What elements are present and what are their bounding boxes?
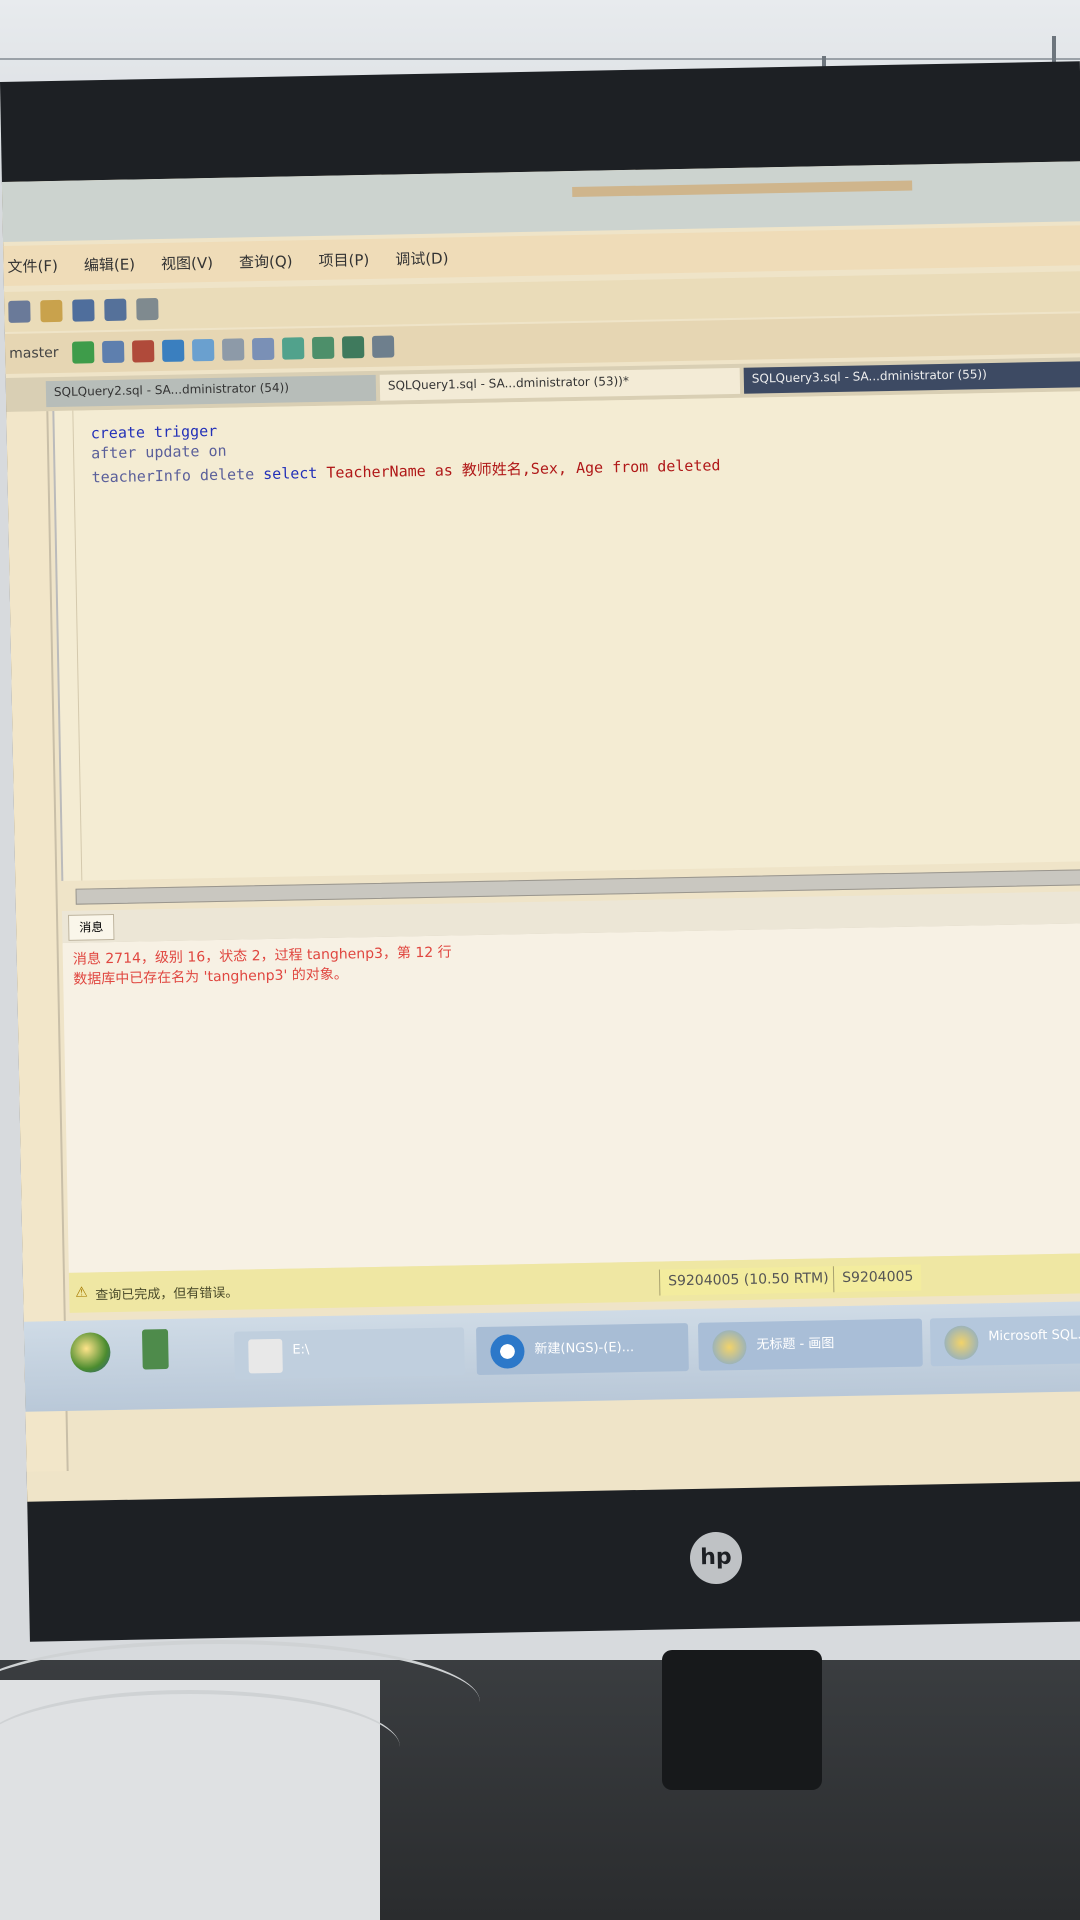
editor-gutter [54, 410, 83, 881]
quick-launch-icon[interactable] [141, 1329, 169, 1370]
debug-icon[interactable] [102, 340, 125, 364]
results-grid-icon[interactable] [252, 337, 275, 361]
status-server-name: S9204005 [832, 1264, 922, 1293]
warning-icon: ⚠ [75, 1284, 88, 1301]
open-icon[interactable] [40, 299, 63, 323]
code-keyword: select [262, 463, 318, 484]
menu-debug[interactable]: 调试(D) [395, 247, 449, 269]
monitor-stand [662, 1650, 822, 1790]
taskbar-item-paint[interactable]: 无标题 - 画图 [697, 1318, 923, 1371]
cable [0, 1690, 400, 1804]
taskbar-item-label: E:\ [292, 1342, 310, 1358]
database-selector[interactable]: master [9, 345, 59, 362]
error-message: 数据库中已存在名为 'tanghenp3' 的对象。 [73, 966, 348, 988]
display-plan-icon[interactable] [192, 338, 215, 362]
paint-icon [712, 1329, 747, 1365]
stop-icon[interactable] [132, 340, 155, 363]
drive-icon [248, 1338, 283, 1374]
menu-project[interactable]: 项目(P) [318, 248, 369, 270]
parse-icon[interactable] [162, 339, 185, 362]
internet-explorer-icon [490, 1334, 525, 1369]
code-line: create trigger [91, 422, 218, 442]
code-text: after update on [90, 441, 227, 463]
taskbar-item-label: 新建(NGS)-(E)... [534, 1340, 635, 1357]
comment-icon[interactable] [312, 336, 335, 360]
results-text-icon[interactable] [282, 337, 305, 360]
messages-tab-label: 消息 [79, 920, 104, 935]
menu-file[interactable]: 文件(F) [7, 254, 58, 276]
taskbar-item-label: 无标题 - 画图 [756, 1336, 835, 1353]
windows-taskbar: E:\ 新建(NGS)-(E)... 无标题 - 画图 Microsoft SQ… [23, 1301, 1080, 1412]
execute-icon[interactable] [72, 341, 95, 364]
new-query-icon[interactable] [8, 300, 31, 323]
tab-query2[interactable]: SQLQuery2.sql - SA...dministrator (54)) [45, 374, 377, 408]
title-highlight [572, 180, 913, 198]
query-editor[interactable]: create trigger after update on teacherIn… [52, 391, 1080, 881]
uncomment-icon[interactable] [342, 336, 365, 359]
code-text: create trigger [90, 421, 218, 443]
code-text: teacherInfo delete [91, 465, 255, 487]
start-button-icon[interactable] [70, 1332, 111, 1373]
tab-query3[interactable]: SQLQuery3.sql - SA...dministrator (55)) [743, 361, 1080, 394]
brand-text: hp [700, 1544, 732, 1571]
status-server: S9204005 (10.50 RTM) [658, 1266, 837, 1296]
code-line: after update on [91, 442, 227, 463]
monitor-screen: 文件(F) 编辑(E) 视图(V) 查询(Q) 项目(P) 调试(D) mast… [1, 161, 1080, 1502]
query-options-icon[interactable] [222, 338, 245, 361]
save-all-icon[interactable] [104, 298, 127, 322]
taskbar-item-label: Microsoft SQL... [988, 1327, 1080, 1345]
taskbar-item-browser[interactable]: 新建(NGS)-(E)... [475, 1323, 689, 1376]
monitor-bezel: 文件(F) 编辑(E) 视图(V) 查询(Q) 项目(P) 调试(D) mast… [0, 61, 1080, 1642]
menu-edit[interactable]: 编辑(E) [84, 253, 136, 275]
print-icon[interactable] [136, 298, 159, 321]
menu-query[interactable]: 查询(Q) [239, 250, 293, 272]
status-message: 查询已完成，但有错误。 [95, 1285, 239, 1304]
menu-view[interactable]: 视图(V) [161, 251, 213, 273]
taskbar-item-explorer[interactable]: E:\ [234, 1327, 465, 1380]
ceiling-edge [0, 58, 1080, 60]
messages-pane: 消息 2714，级别 16，状态 2，过程 tanghenp3，第 12 行 数… [62, 923, 1080, 1273]
taskbar-item-sql[interactable]: Microsoft SQL... [929, 1315, 1080, 1367]
messages-tab[interactable]: 消息 [68, 913, 115, 941]
indent-icon[interactable] [372, 335, 395, 358]
save-icon[interactable] [72, 299, 95, 322]
sql-server-icon [944, 1325, 979, 1361]
tab-query1[interactable]: SQLQuery1.sql - SA...dministrator (53))* [379, 367, 741, 401]
code-text: TeacherName as 教师姓名,Sex, Age from delete… [326, 456, 721, 482]
